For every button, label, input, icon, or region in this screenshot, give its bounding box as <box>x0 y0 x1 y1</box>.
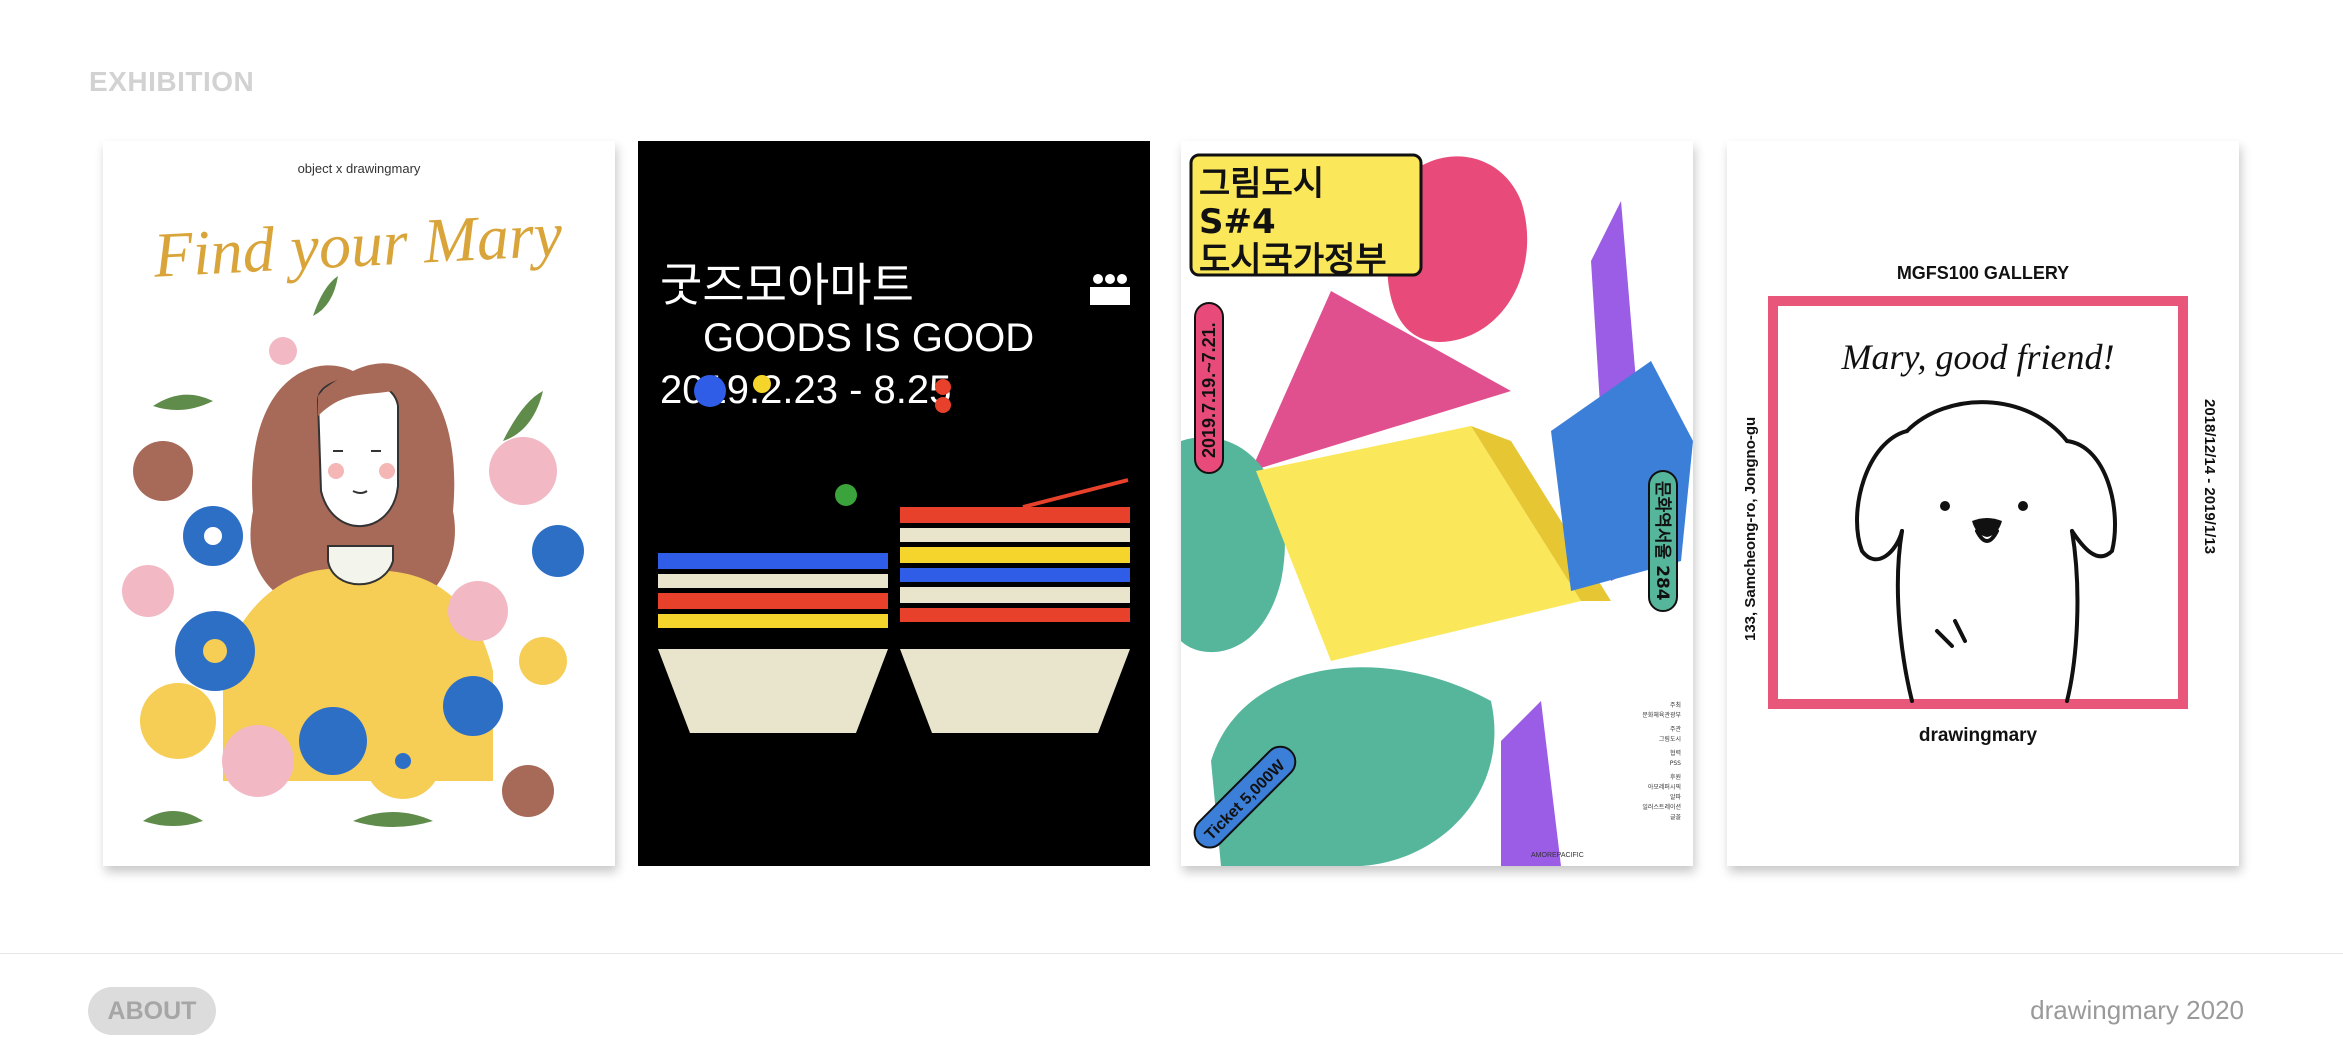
poster-dates: 2018/12/14 - 2019/1/13 <box>2201 399 2218 554</box>
poster-title-en: GOODS IS GOOD <box>703 316 1034 360</box>
poster-title-line-3: 도시국가정부 <box>1199 240 1387 280</box>
poster-title-line-1: 그림도시 <box>1199 164 1324 204</box>
poster-top-text: object x drawingmary <box>298 161 421 176</box>
goods-logo <box>1090 274 1130 305</box>
svg-text:주최: 주최 <box>1670 701 1681 709</box>
poster-artist: drawingmary <box>1919 725 2038 746</box>
geurim-dosi-illustration: 그림도시 S#4 도시국가정부 2019.7.19.~7.21. 문화역서울 2… <box>1181 141 1693 866</box>
find-your-mary-illustration: object x drawingmary Find your Mary <box>103 141 615 866</box>
about-button[interactable]: ABOUT <box>88 987 216 1035</box>
svg-text:알파: 알파 <box>1670 793 1682 801</box>
poster-title-ko: 굿즈모아마트 <box>660 258 914 312</box>
svg-text:일러스트레이션: 일러스트레이션 <box>1642 803 1681 811</box>
poster-gallery: MGFS100 GALLERY <box>1897 263 2069 283</box>
poster-headline: Mary, good friend! <box>1841 337 2115 377</box>
poster-goods-is-good[interactable]: 굿즈모아마트 GOODS IS GOOD 2019.2.23 - 8.25 <box>638 141 1150 866</box>
goods-is-good-illustration: 굿즈모아마트 GOODS IS GOOD 2019.2.23 - 8.25 <box>638 141 1150 866</box>
svg-text:아모레퍼시픽: 아모레퍼시픽 <box>1648 783 1681 791</box>
footer-credit: drawingmary 2020 <box>2030 995 2244 1025</box>
mary-good-friend-illustration: MGFS100 GALLERY Mary, good friend! drawi… <box>1727 141 2239 866</box>
svg-text:글꼴: 글꼴 <box>1670 814 1682 821</box>
poster-dates: 2019.7.19.~7.21. <box>1199 322 1219 458</box>
svg-text:그림도시: 그림도시 <box>1659 735 1681 743</box>
poster-venue: 문화역서울 284 <box>1652 481 1672 601</box>
poster-geurim-dosi[interactable]: 그림도시 S#4 도시국가정부 2019.7.19.~7.21. 문화역서울 2… <box>1181 141 1693 866</box>
poster-address: 133, Samcheong-ro, Jongno-gu <box>1742 417 1759 641</box>
poster-mary-good-friend[interactable]: MGFS100 GALLERY Mary, good friend! drawi… <box>1727 141 2239 866</box>
section-title: EXHIBITION <box>89 66 255 97</box>
svg-text:문화체육관광부: 문화체육관광부 <box>1642 711 1681 719</box>
poster-sponsor: AMOREPACIFIC <box>1531 852 1584 859</box>
svg-text:후원: 후원 <box>1670 773 1681 781</box>
svg-text:협력: 협력 <box>1670 749 1681 757</box>
poster-title-line-2: S#4 <box>1199 202 1276 242</box>
svg-text:PSS: PSS <box>1670 760 1681 767</box>
svg-text:주관: 주관 <box>1670 725 1682 733</box>
poster-find-your-mary[interactable]: object x drawingmary Find your Mary <box>103 141 615 866</box>
footer-divider <box>0 953 2343 954</box>
